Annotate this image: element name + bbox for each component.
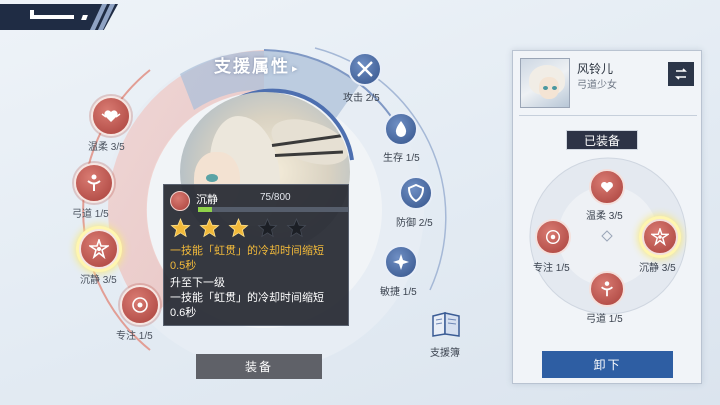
heart-wings-icon: [601, 181, 613, 193]
equipped-node-calm-label: 沉静 3/5: [639, 263, 676, 274]
equip-button[interactable]: 装备: [196, 354, 322, 379]
tooltip-exp: 75/800: [260, 192, 291, 203]
tooltip-next-level: 升至下一级 一技能「虹贯」的冷却时间缩短 0.6秒: [170, 277, 324, 319]
tooltip-current-effect: 一技能「虹贯」的冷却时间缩短 0.5秒: [170, 245, 324, 272]
node-focus-label: 专注 1/5: [116, 331, 153, 342]
swap-icon: [675, 68, 687, 80]
character-panel: 风铃儿 弓道少女 已装备 温柔 3/5 专注 1/5 沉静 3/5 弓道 1/5…: [512, 50, 702, 384]
node-archery-label: 弓道 1/5: [72, 209, 109, 220]
support-attribute-title[interactable]: 支援属性 ▸: [214, 52, 300, 77]
node-calm-label: 沉静 3/5: [80, 275, 117, 286]
tooltip-skill-name: 沉静: [196, 194, 218, 206]
archer-figure-icon: [601, 281, 613, 297]
node-archery[interactable]: [74, 163, 114, 203]
node-gentle-label: 温柔 3/5: [88, 142, 125, 153]
avatar: [520, 58, 570, 108]
equipped-node-archery-label: 弓道 1/5: [586, 314, 623, 325]
diamond-icon: [601, 230, 613, 242]
stat-agility-label: 敏捷 1/5: [380, 287, 417, 298]
calm-burst-icon: [89, 239, 109, 259]
node-gentle[interactable]: [91, 96, 131, 136]
equipped-node-focus[interactable]: [535, 219, 571, 255]
star-empty-icon: [286, 218, 307, 238]
star-filled-icon: [228, 218, 249, 238]
unequip-button[interactable]: 卸下: [542, 351, 673, 378]
node-calm[interactable]: [79, 229, 119, 269]
equipped-node-archery[interactable]: [589, 271, 625, 307]
agility-star-icon: [393, 254, 409, 270]
calm-burst-icon: [651, 228, 669, 246]
stat-agility[interactable]: [384, 245, 418, 279]
stat-attack-label: 攻击 2/5: [343, 93, 380, 104]
stat-defense-label: 防御 2/5: [396, 218, 433, 229]
equipped-node-calm[interactable]: [642, 219, 678, 255]
tooltip-exp-bar: [198, 207, 348, 212]
archer-figure-icon: [87, 174, 101, 191]
character-class: 弓道少女: [577, 80, 617, 91]
node-focus[interactable]: [120, 285, 160, 325]
crossed-swords-icon: [357, 61, 373, 77]
heart-wings-icon: [101, 110, 121, 122]
tooltip-stars: [170, 218, 307, 238]
stat-survival[interactable]: [384, 112, 418, 146]
equipped-label: 已装备: [566, 130, 638, 150]
calm-burst-icon: [170, 191, 190, 211]
book-icon[interactable]: [431, 310, 461, 338]
support-book-label[interactable]: 支援簿: [430, 344, 460, 359]
equipped-node-gentle-label: 温柔 3/5: [586, 211, 623, 222]
star-filled-icon: [199, 218, 220, 238]
stat-survival-label: 生存 1/5: [383, 153, 420, 164]
focus-target-icon: [132, 297, 148, 313]
swap-button[interactable]: [668, 62, 694, 86]
stat-attack[interactable]: [348, 52, 382, 86]
focus-target-icon: [545, 229, 561, 245]
equipped-node-focus-label: 专注 1/5: [533, 263, 570, 274]
water-drop-icon: [395, 121, 407, 137]
skill-tooltip: 沉静 75/800 一技能「虹贯」的冷却时间缩短 0.5秒 升至下一级 一技能「…: [163, 184, 349, 326]
equipped-node-gentle[interactable]: [589, 169, 625, 205]
star-filled-icon: [170, 218, 191, 238]
character-name: 风铃儿: [577, 62, 614, 76]
star-empty-icon: [257, 218, 278, 238]
shield-icon: [408, 184, 424, 202]
chevron-right-icon: ▸: [292, 63, 300, 75]
stat-defense[interactable]: [399, 176, 433, 210]
